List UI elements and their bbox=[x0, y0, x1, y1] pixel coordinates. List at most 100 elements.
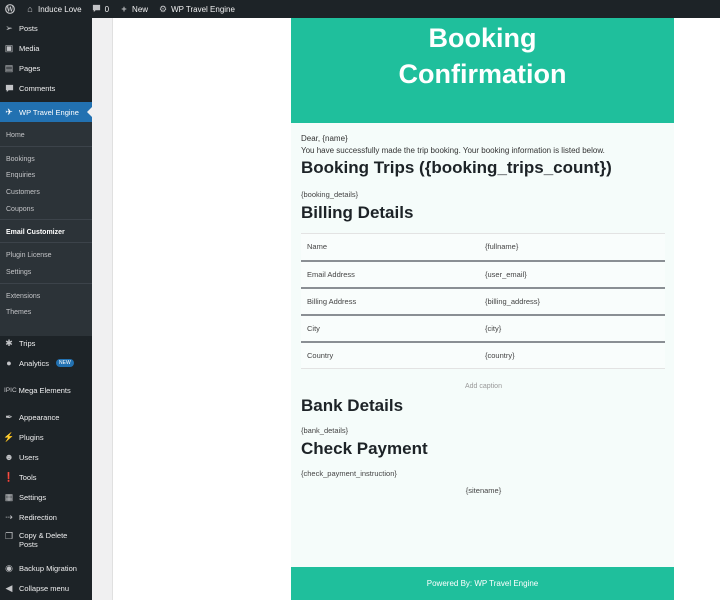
submenu-label: Extensions bbox=[6, 292, 41, 300]
submenu-item-enquiries[interactable]: Enquiries bbox=[0, 167, 92, 183]
menu-label: WP Travel Engine bbox=[19, 107, 79, 117]
submenu-item-home[interactable]: Home bbox=[0, 127, 92, 143]
backup-icon: ◉ bbox=[5, 562, 13, 573]
email-header-line2: Confirmation bbox=[398, 59, 567, 89]
menu-item-settings[interactable]: ▦ Settings bbox=[0, 487, 92, 507]
site-name: Induce Love bbox=[38, 4, 82, 14]
settings-icon: ▦ bbox=[4, 491, 14, 502]
menu-item-analytics[interactable]: ● Analytics NEW bbox=[0, 353, 92, 373]
menu-item-comments[interactable]: Comments bbox=[0, 78, 92, 98]
menu-item-appearance[interactable]: ✒ Appearance bbox=[0, 407, 92, 427]
submenu-item-extensions[interactable]: Extensions bbox=[0, 288, 92, 304]
submenu-label: Email Customizer bbox=[6, 228, 65, 236]
billing-label: Country bbox=[301, 340, 479, 369]
menu-item-media[interactable]: ▣ Media bbox=[0, 38, 92, 58]
table-row: Country {country} bbox=[301, 340, 665, 369]
admin-bar: W ⌂ Induce Love 0 + New ⚙ WP Travel Engi… bbox=[0, 0, 720, 18]
submenu-label: Customers bbox=[6, 188, 40, 196]
bank-details-tag: {bank_details} bbox=[301, 426, 349, 435]
billing-value: {city} bbox=[479, 313, 665, 342]
table-caption-placeholder[interactable]: Add caption bbox=[301, 383, 666, 390]
collapse-icon: ◀ bbox=[5, 582, 13, 593]
menu-item-backup-migration[interactable]: ◉ Backup Migration bbox=[0, 558, 92, 578]
brush-icon: ✒ bbox=[5, 411, 13, 422]
email-header-line1: Booking bbox=[428, 23, 537, 53]
media-icon: ▣ bbox=[4, 42, 14, 53]
menu-item-users[interactable]: ☻ Users bbox=[0, 447, 92, 467]
billing-label: Email Address bbox=[301, 259, 479, 288]
table-row: City {city} bbox=[301, 313, 665, 342]
wordpress-logo-button[interactable]: W bbox=[0, 0, 20, 18]
submenu-item-plugin-license[interactable]: Plugin License bbox=[0, 247, 92, 263]
submenu-divider bbox=[0, 283, 92, 284]
menu-item-pages[interactable]: ▤ Pages bbox=[0, 58, 92, 78]
gear-icon: ⚙ bbox=[159, 4, 168, 14]
submenu-item-coupons[interactable]: Coupons bbox=[0, 201, 92, 217]
menu-item-trips[interactable]: ✱ Trips bbox=[0, 333, 92, 353]
submenu-item-themes[interactable]: Themes bbox=[0, 304, 92, 320]
copy-icon: ❐ bbox=[4, 530, 14, 541]
menu-label: Settings bbox=[19, 492, 47, 502]
menu-item-wp-travel-engine[interactable]: ✈ WP Travel Engine bbox=[0, 102, 92, 122]
menu-item-collapse-menu[interactable]: ◀ Collapse menu bbox=[0, 578, 92, 598]
menu-label: Mega Elements bbox=[18, 385, 71, 395]
footer-text: Powered By: WP Travel Engine bbox=[426, 579, 539, 588]
submenu-item-email-customizer[interactable]: Email Customizer bbox=[0, 224, 92, 240]
submenu-label: Themes bbox=[6, 308, 32, 316]
menu-item-mega-elements[interactable]: IPIC Mega Elements bbox=[0, 380, 92, 400]
menu-item-tools[interactable]: ❗ Tools bbox=[0, 467, 92, 487]
menu-label: Backup Migration bbox=[19, 563, 77, 573]
email-template-preview: Booking Confirmation Dear, {name} You ha… bbox=[291, 18, 674, 600]
comment-icon bbox=[4, 83, 14, 93]
menu-item-redirection[interactable]: ⇢ Redirection bbox=[0, 507, 92, 527]
submenu-item-customers[interactable]: Customers bbox=[0, 184, 92, 200]
submenu-label: Bookings bbox=[6, 155, 35, 163]
new-label: New bbox=[132, 4, 149, 14]
menu-label: Pages bbox=[19, 63, 41, 73]
content-gutter bbox=[92, 18, 112, 600]
menu-label: Comments bbox=[19, 83, 56, 93]
menu-label: Copy & Delete Posts bbox=[19, 531, 68, 549]
billing-value: {billing_address} bbox=[479, 286, 665, 315]
email-body[interactable]: Dear, {name} You have successfully made … bbox=[301, 134, 666, 495]
plane-icon: ✈ bbox=[5, 106, 13, 117]
submenu-item-settings[interactable]: Settings bbox=[0, 264, 92, 280]
check-payment-heading: Check Payment bbox=[301, 439, 428, 458]
table-row: Billing Address {billing_address} bbox=[301, 286, 665, 315]
submenu-item-bookings[interactable]: Bookings bbox=[0, 151, 92, 167]
menu-label: Tools bbox=[19, 472, 37, 482]
email-header[interactable]: Booking Confirmation bbox=[291, 18, 674, 123]
menu-label: Users bbox=[19, 452, 39, 462]
table-row: Email Address {user_email} bbox=[301, 259, 665, 288]
check-payment-instruction-tag: {check_payment_instruction} bbox=[301, 469, 397, 478]
billing-table[interactable]: Name {fullname} Email Address {user_emai… bbox=[301, 233, 665, 369]
email-footer[interactable]: Powered By: WP Travel Engine bbox=[291, 567, 674, 600]
menu-item-copy-delete-posts[interactable]: ❐ Copy & Delete Posts bbox=[0, 528, 92, 554]
billing-value: {user_email} bbox=[479, 259, 665, 288]
billing-value: {country} bbox=[479, 340, 665, 369]
site-name-link[interactable]: ⌂ Induce Love bbox=[20, 0, 87, 18]
menu-item-plugins[interactable]: ⚡ Plugins bbox=[0, 427, 92, 447]
pages-icon: ▤ bbox=[4, 62, 14, 73]
intro-text: You have successfully made the trip book… bbox=[301, 146, 605, 155]
svg-text:W: W bbox=[6, 6, 14, 13]
redirect-icon: ⇢ bbox=[5, 511, 13, 522]
menu-label: Trips bbox=[19, 338, 36, 348]
submenu-divider bbox=[0, 242, 92, 243]
plugin-link[interactable]: ⚙ WP Travel Engine bbox=[153, 0, 240, 18]
new-content-button[interactable]: + New bbox=[114, 0, 153, 18]
submenu-divider bbox=[0, 146, 92, 147]
menu-item-posts[interactable]: ➢ Posts bbox=[0, 18, 92, 38]
user-icon: ☻ bbox=[4, 452, 14, 462]
submenu-label: Enquiries bbox=[6, 171, 36, 179]
billing-label: City bbox=[301, 313, 479, 342]
menu-label: Redirection bbox=[19, 512, 57, 522]
admin-sidebar: ➢ Posts ▣ Media ▤ Pages Comments ✈ WP Tr… bbox=[0, 18, 92, 600]
new-badge: NEW bbox=[56, 359, 74, 367]
submenu-divider bbox=[0, 219, 92, 220]
submenu-label: Home bbox=[6, 131, 25, 139]
submenu-label: Plugin License bbox=[6, 251, 52, 259]
comments-link[interactable]: 0 bbox=[87, 0, 114, 18]
billing-value: {fullname} bbox=[479, 233, 665, 261]
billing-label: Billing Address bbox=[301, 286, 479, 315]
